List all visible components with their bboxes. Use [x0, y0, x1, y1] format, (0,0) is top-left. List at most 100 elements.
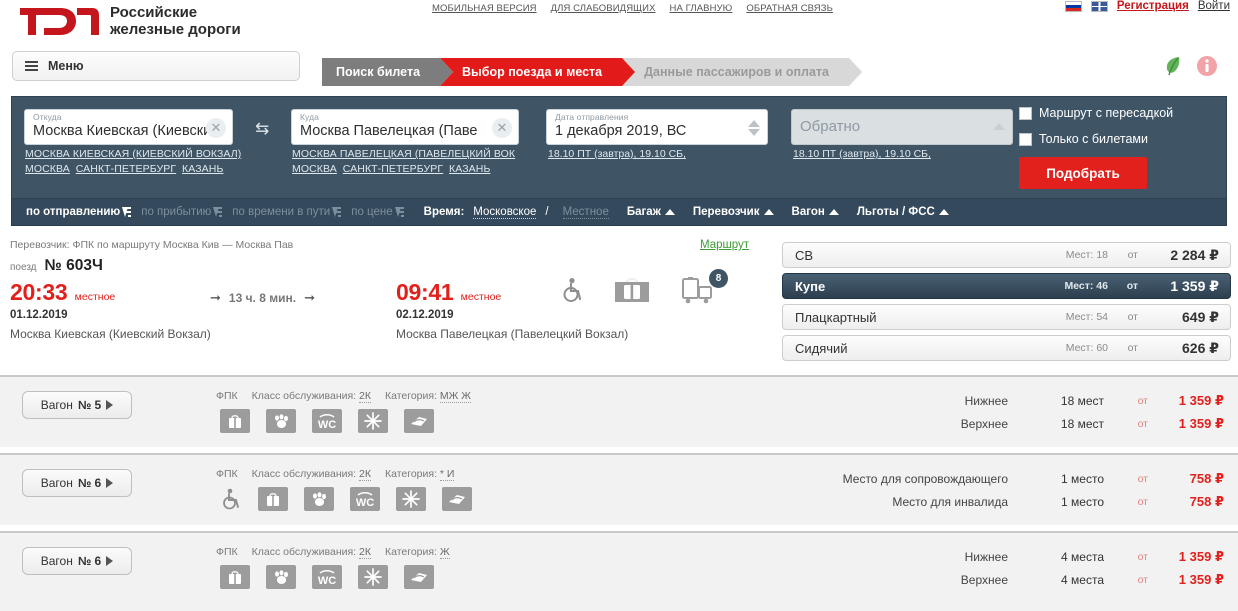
return-date-stepper[interactable]: [991, 114, 1007, 141]
departure-date-stepper[interactable]: [746, 114, 762, 141]
arrow-right-icon: ➞: [304, 290, 315, 305]
seat-price: 1 359 ₽: [1178, 548, 1224, 564]
seat-row[interactable]: Нижнее 4 места от 1 359 ₽: [808, 545, 1224, 568]
step-search-ticket[interactable]: Поиск билета: [322, 58, 454, 86]
trip-duration: ➞ 13 ч. 8 мин. ➞: [210, 290, 315, 306]
departure-block: 20:33 местное 01.12.2019 Москва Киевская…: [10, 279, 211, 341]
menu-button[interactable]: Меню: [12, 51, 300, 81]
seat-row[interactable]: Нижнее 18 мест от 1 359 ₽: [808, 389, 1224, 412]
to-suggest-moscow[interactable]: МОСКВА: [292, 163, 337, 175]
stepper-down-icon[interactable]: [748, 128, 760, 136]
class-row-kupe[interactable]: Купе Мест: 46 от 1 359 ₽: [782, 273, 1231, 299]
wagon-category-value[interactable]: * И: [439, 468, 455, 481]
wagon-category: Категория: Ж: [385, 546, 450, 559]
seat-from-label: от: [1137, 495, 1148, 508]
route-link[interactable]: Маршрут: [700, 239, 749, 251]
filter-wagon[interactable]: Вагон: [792, 206, 839, 218]
rzd-logo[interactable]: Российские железные дороги: [14, 2, 241, 40]
class-from-label: от: [1127, 342, 1138, 354]
from-suggest-spb[interactable]: САНКТ-ПЕТЕРБУРГ: [76, 163, 176, 175]
from-station-field[interactable]: Откуда Москва Киевская (Киевски ✕: [24, 109, 233, 145]
filter-carrier[interactable]: Перевозчик: [693, 206, 774, 218]
filter-carrier-label: Перевозчик: [692, 206, 760, 218]
stepper-up-icon[interactable]: [748, 119, 760, 127]
filter-benefits[interactable]: Льготы / ФСС: [857, 206, 949, 218]
checkbox-tickets-only[interactable]: Только с билетами: [1019, 132, 1148, 146]
chevron-up-icon: [938, 209, 949, 215]
wagon-row: Вагон № 6 ФПК Класс обслуживания: 2К Кат…: [0, 453, 1238, 525]
filter-baggage[interactable]: Багаж: [627, 206, 675, 218]
checkbox-transfer-box[interactable]: [1019, 106, 1032, 120]
clear-from-icon[interactable]: ✕: [206, 118, 226, 138]
return-stepper-up-icon[interactable]: [993, 123, 1005, 130]
air-conditioning-icon: [358, 565, 388, 589]
eco-leaf-icon[interactable]: [1164, 55, 1182, 77]
departure-station: Москва Киевская (Киевский Вокзал): [10, 327, 211, 341]
swap-stations-icon[interactable]: ⇆: [255, 119, 269, 139]
seat-row[interactable]: Место для сопровождающего 1 место от 758…: [808, 467, 1224, 490]
chevron-up-icon: [763, 209, 774, 215]
to-suggest-spb[interactable]: САНКТ-ПЕТЕРБУРГ: [343, 163, 443, 175]
time-local-option[interactable]: Местное: [562, 206, 609, 219]
link-feedback[interactable]: ОБРАТНАЯ СВЯЗЬ: [746, 3, 833, 14]
class-row-platzkart[interactable]: Плацкартный Мест: 54 от 649 ₽: [782, 304, 1231, 330]
seat-type-name: Верхнее: [960, 572, 1008, 587]
login-link[interactable]: Войти: [1198, 0, 1230, 12]
wagon-service-class-value[interactable]: 2К: [359, 390, 371, 403]
return-date-field[interactable]: Обратно: [791, 109, 1013, 145]
seat-type-name: Верхнее: [960, 416, 1008, 431]
wagon-select-button[interactable]: Вагон № 6: [22, 469, 132, 497]
wagon-button-number: № 6: [77, 476, 102, 490]
departure-date-quick-link[interactable]: 18.10 ПТ (завтра), 19.10 СБ,: [548, 148, 686, 160]
from-suggest-kazan[interactable]: КАЗАНЬ: [182, 163, 223, 175]
to-suggest-main-link[interactable]: МОСКВА ПАВЕЛЕЦКАЯ (ПАВЕЛЕЦКИЙ ВОК: [292, 148, 515, 160]
wagon-service-class-value[interactable]: 2К: [359, 468, 371, 481]
sort-by-arrival[interactable]: по прибытию: [141, 206, 223, 218]
sort-by-duration[interactable]: по времени в пути: [232, 206, 342, 218]
to-suggest-kazan[interactable]: КАЗАНЬ: [449, 163, 490, 175]
wagon-select-button[interactable]: Вагон № 5: [22, 391, 132, 419]
class-price: 2 284 ₽: [1170, 246, 1219, 263]
seat-row[interactable]: Верхнее 4 места от 1 359 ₽: [808, 568, 1224, 591]
checkbox-transfer-route[interactable]: Маршрут с пересадкой: [1019, 106, 1173, 120]
flag-ru-icon[interactable]: [1064, 0, 1082, 12]
wagon-select-button[interactable]: Вагон № 6: [22, 547, 132, 575]
from-suggest-main-link[interactable]: МОСКВА КИЕВСКАЯ (КИЕВСКИЙ ВОКЗАЛ): [25, 148, 241, 160]
class-row-sv[interactable]: СВ Мест: 18 от 2 284 ₽: [782, 242, 1231, 268]
train-number[interactable]: № 603Ч: [45, 257, 103, 275]
sort-by-price[interactable]: по цене: [351, 206, 404, 218]
link-home[interactable]: НА ГЛАВНУЮ: [670, 3, 733, 14]
from-suggest-moscow[interactable]: МОСКВА: [25, 163, 70, 175]
class-seats: Мест: 46: [1064, 280, 1108, 292]
class-row-seated[interactable]: Сидячий Мест: 60 от 626 ₽: [782, 335, 1231, 361]
departure-date-field[interactable]: Дата отправления 1 декабря 2019, ВС: [546, 109, 768, 145]
info-icon[interactable]: [1196, 55, 1218, 77]
wagon-service-class-label: Класс обслуживания:: [251, 546, 357, 558]
clear-to-icon[interactable]: ✕: [492, 118, 512, 138]
seat-row[interactable]: Верхнее 18 мест от 1 359 ₽: [808, 412, 1224, 435]
search-submit-button[interactable]: Подобрать: [1019, 157, 1147, 189]
link-mobile-version[interactable]: МОБИЛЬНАЯ ВЕРСИЯ: [432, 3, 537, 14]
wagon-meta: ФПК Класс обслуживания: 2К Категория: МЖ…: [216, 390, 471, 403]
sort-descending-icon: [332, 206, 342, 218]
wagon-category-value[interactable]: Ж: [439, 546, 450, 559]
checkbox-tickets-only-box[interactable]: [1019, 132, 1032, 146]
time-moscow-option[interactable]: Московское: [473, 206, 537, 219]
wagon-service-class-value[interactable]: 2К: [359, 546, 371, 559]
return-date-quick-link[interactable]: 18.10 ПТ (завтра), 19.10 СБ,: [793, 148, 931, 160]
seat-row[interactable]: Место для инвалида 1 место от 758 ₽: [808, 490, 1224, 513]
register-link[interactable]: Регистрация: [1117, 0, 1189, 12]
seat-from-label: от: [1137, 550, 1148, 563]
sort-by-departure[interactable]: по отправлению: [26, 206, 132, 218]
wagon-category-value[interactable]: МЖ Ж: [439, 390, 471, 403]
brand-line-1: Российские: [110, 3, 198, 21]
class-from-label: от: [1126, 280, 1138, 292]
class-price: 1 359 ₽: [1170, 277, 1219, 294]
to-station-field[interactable]: Куда Москва Павелецкая (Паве ✕: [291, 109, 519, 145]
step-passenger-payment[interactable]: Данные пассажиров и оплата: [622, 58, 862, 86]
flag-uk-icon[interactable]: [1090, 0, 1108, 12]
link-accessibility[interactable]: ДЛЯ СЛАБОВИДЯЩИХ: [551, 3, 656, 14]
wagon-amenities: WC: [220, 487, 472, 511]
step-choose-train[interactable]: Выбор поезда и места: [440, 58, 636, 86]
step-passenger-payment-label: Данные пассажиров и оплата: [644, 65, 829, 79]
